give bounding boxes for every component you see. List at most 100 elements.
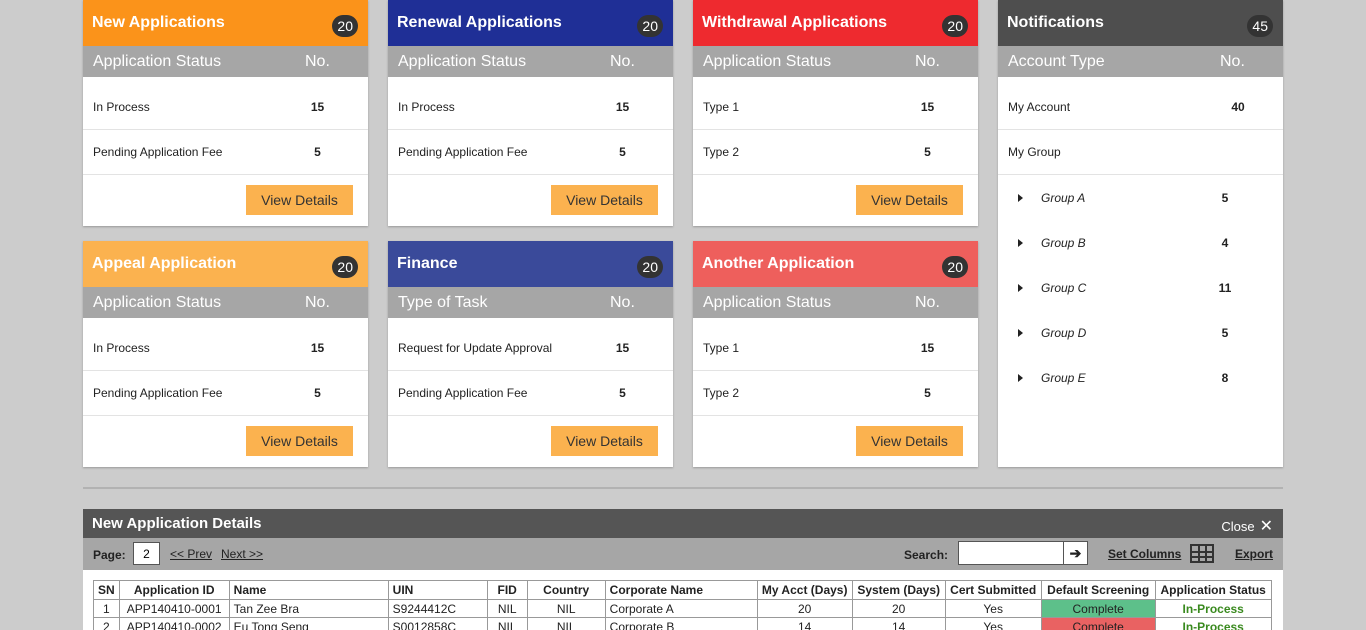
- group-row-b[interactable]: Group B 4: [998, 220, 1283, 265]
- table-header-row: SN Application ID Name UIN FID Country C…: [93, 580, 1272, 600]
- card-title: Withdrawal Applications: [702, 14, 888, 31]
- card-footer: View Details: [388, 175, 673, 226]
- caret-right-icon[interactable]: [1018, 373, 1023, 382]
- col-header[interactable]: My Acct (Days): [756, 580, 853, 600]
- col-header[interactable]: System (Days): [851, 580, 946, 600]
- column-header: Application Status No.: [83, 46, 368, 77]
- prev-link[interactable]: << Prev: [170, 547, 212, 561]
- view-details-button[interactable]: View Details: [856, 426, 963, 456]
- col-header[interactable]: Country: [526, 580, 606, 600]
- section-divider: [83, 487, 1283, 489]
- table-row[interactable]: 1 APP140410-0001 Tan Zee Bra S9244412C N…: [93, 599, 1272, 618]
- caret-right-icon[interactable]: [1018, 238, 1023, 247]
- card-title: Finance: [397, 255, 458, 272]
- cell-my-acct: 14: [756, 617, 853, 630]
- count-badge: 20: [942, 15, 968, 37]
- status-label: Type 2: [703, 145, 740, 159]
- view-details-button[interactable]: View Details: [551, 185, 658, 215]
- search-input[interactable]: [959, 542, 1063, 564]
- column-label: Application Status: [93, 293, 222, 311]
- page-input[interactable]: [133, 542, 160, 565]
- next-link[interactable]: Next >>: [221, 547, 263, 561]
- card-title: Renewal Applications: [397, 14, 562, 31]
- cell-status[interactable]: In-Process: [1154, 599, 1272, 618]
- status-value: 15: [310, 341, 325, 355]
- status-value: 5: [619, 145, 626, 159]
- page-label: Page:: [93, 548, 126, 562]
- column-number: No.: [1220, 52, 1245, 70]
- group-name: Group A: [1041, 190, 1086, 205]
- table-row[interactable]: 2 APP140410-0002 Eu Tong Seng S0012858C …: [93, 617, 1272, 630]
- card-header: Another Application 20: [693, 241, 978, 287]
- col-header[interactable]: SN: [93, 580, 120, 600]
- status-label: Type 1: [703, 341, 740, 355]
- view-details-button[interactable]: View Details: [551, 426, 658, 456]
- card-header: Finance 20: [388, 241, 673, 287]
- status-label: Pending Application Fee: [398, 145, 528, 159]
- col-header[interactable]: Cert Submitted: [944, 580, 1042, 600]
- col-header[interactable]: Default Screening: [1040, 580, 1156, 600]
- card-footer: View Details: [83, 175, 368, 226]
- status-row: Pending Application Fee 5: [83, 130, 368, 175]
- column-header: Account Type No.: [998, 46, 1283, 77]
- group-name: Group E: [1041, 370, 1086, 385]
- view-details-button[interactable]: View Details: [856, 185, 963, 215]
- status-row: Pending Application Fee 5: [83, 371, 368, 416]
- col-header[interactable]: Application Status: [1154, 580, 1272, 600]
- card-renewal-applications: Renewal Applications 20 Application Stat…: [388, 0, 673, 226]
- group-value: 4: [1221, 235, 1229, 250]
- card-title: Another Application: [702, 255, 855, 272]
- column-header: Type of Task No.: [388, 287, 673, 318]
- view-details-button[interactable]: View Details: [246, 185, 353, 215]
- group-row-e[interactable]: Group E 8: [998, 355, 1283, 400]
- cell-cert: Yes: [944, 617, 1042, 630]
- notifications-panel: Notifications 45 Account Type No. My Acc…: [998, 0, 1283, 467]
- close-label: Close: [1221, 518, 1255, 534]
- count-badge: 45: [1247, 15, 1273, 37]
- col-header[interactable]: Application ID: [118, 580, 230, 600]
- status-label: Pending Application Fee: [398, 386, 528, 400]
- my-account-row[interactable]: My Account 40: [998, 77, 1283, 130]
- cell-cert: Yes: [944, 599, 1042, 618]
- view-details-button[interactable]: View Details: [246, 426, 353, 456]
- cell-app-id: APP140410-0001: [118, 599, 230, 618]
- col-header[interactable]: FID: [486, 580, 528, 600]
- card-header: Appeal Application 20: [83, 241, 368, 287]
- export-link[interactable]: Export: [1235, 547, 1273, 561]
- group-row-d[interactable]: Group D 5: [998, 310, 1283, 355]
- column-label: Application Status: [703, 52, 832, 70]
- group-row-c[interactable]: Group C 11: [998, 265, 1283, 310]
- my-group-row[interactable]: My Group: [998, 130, 1283, 175]
- caret-right-icon[interactable]: [1018, 283, 1023, 292]
- arrow-right-icon[interactable]: ➔: [1063, 542, 1087, 564]
- status-label: Pending Application Fee: [93, 145, 223, 159]
- status-row: Type 1 15: [693, 77, 978, 130]
- column-label: Application Status: [703, 293, 832, 311]
- grid-icon[interactable]: [1190, 544, 1214, 563]
- col-header[interactable]: UIN: [387, 580, 488, 600]
- status-label: In Process: [93, 341, 150, 355]
- cell-status[interactable]: In-Process: [1154, 617, 1272, 630]
- status-value: 15: [615, 100, 630, 114]
- card-withdrawal-applications: Withdrawal Applications 20 Application S…: [693, 0, 978, 226]
- caret-right-icon[interactable]: [1018, 328, 1023, 337]
- group-row-a[interactable]: Group A 5: [998, 175, 1283, 220]
- status-row: In Process 15: [83, 318, 368, 371]
- card-footer: View Details: [693, 416, 978, 467]
- set-columns-link[interactable]: Set Columns: [1108, 547, 1181, 561]
- cell-corp: Corporate A: [604, 599, 758, 618]
- col-header[interactable]: Name: [228, 580, 389, 600]
- count-badge: 20: [637, 15, 663, 37]
- column-number: No.: [915, 293, 940, 311]
- column-header: Application Status No.: [693, 287, 978, 318]
- caret-right-icon[interactable]: [1018, 193, 1023, 202]
- close-button[interactable]: Close ✕: [1221, 516, 1273, 536]
- status-row: Pending Application Fee 5: [388, 371, 673, 416]
- status-row: Type 2 5: [693, 371, 978, 416]
- count-badge: 20: [637, 256, 663, 278]
- col-header[interactable]: Corporate Name: [604, 580, 758, 600]
- cell-uin: S0012858C: [387, 617, 488, 630]
- cell-screening: Complete: [1040, 599, 1156, 618]
- cell-country: NIL: [526, 617, 606, 630]
- status-label: Request for Update Approval: [398, 341, 553, 355]
